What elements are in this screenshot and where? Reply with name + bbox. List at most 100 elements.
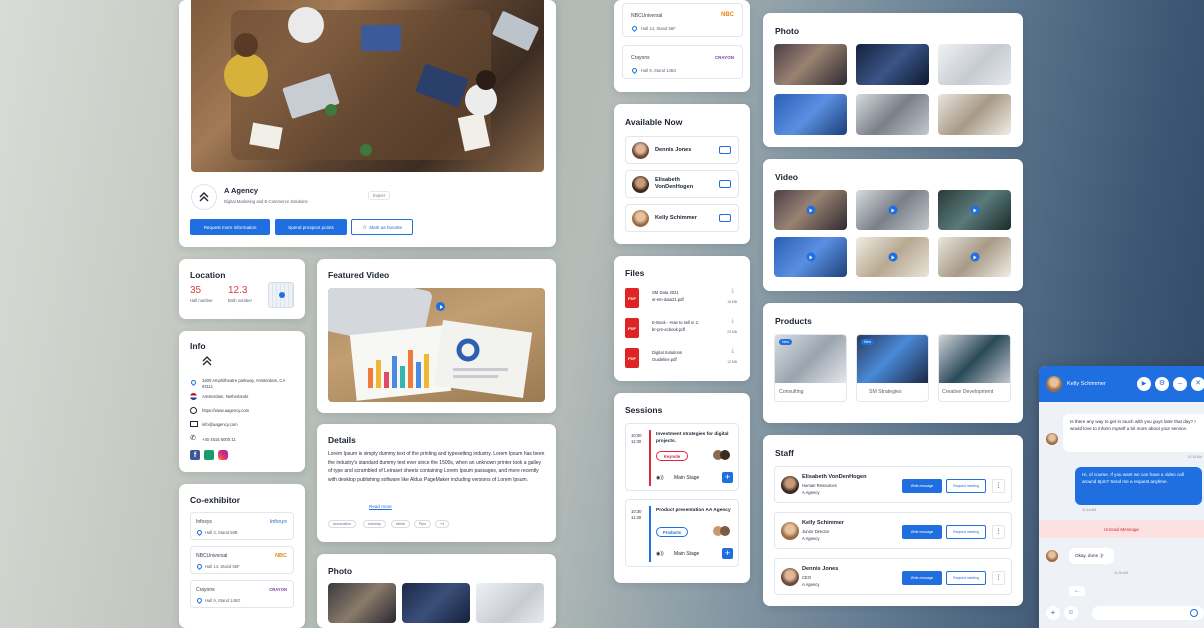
write-message-button[interactable]: Write message bbox=[902, 571, 942, 585]
tag-chip[interactable]: Industry bbox=[363, 520, 386, 528]
instagram-icon[interactable] bbox=[218, 450, 228, 460]
staff-name: Kelly Schimmer bbox=[802, 520, 844, 526]
facebook-icon[interactable]: f bbox=[190, 450, 200, 460]
video-thumbnail[interactable] bbox=[938, 237, 1011, 277]
emoji-icon[interactable]: ☺ bbox=[1064, 606, 1078, 620]
close-icon[interactable]: ✕ bbox=[1191, 377, 1204, 391]
coexhibitor-item[interactable]: NBCUniversal Hall 14, Stand 56F NBC bbox=[622, 3, 743, 37]
coexhibitor-item[interactable]: Crayons Hall 9, Stand 145G CRAYON bbox=[622, 45, 743, 79]
coexhibitor-item[interactable]: Infosys Hall 3, Stand 56B Infosys bbox=[190, 512, 294, 540]
minimize-icon[interactable]: – bbox=[1173, 377, 1187, 391]
photo-thumbnail[interactable] bbox=[774, 44, 847, 85]
write-message-button[interactable]: Write message bbox=[902, 525, 942, 539]
play-icon[interactable] bbox=[888, 252, 897, 262]
product-item[interactable]: New Consulting bbox=[774, 334, 847, 402]
add-session-button[interactable]: + bbox=[722, 472, 733, 483]
booth-number-value: 12.3 bbox=[228, 285, 248, 296]
video-thumbnail[interactable] bbox=[774, 237, 847, 277]
coexhibitor-item[interactable]: NBCUniversal Hall 14, Stand 56F NBC bbox=[190, 546, 294, 574]
photo-thumbnail[interactable] bbox=[774, 94, 847, 135]
download-icon[interactable]: ⤓ bbox=[731, 288, 734, 295]
product-item[interactable]: New SM Strategies bbox=[856, 334, 929, 402]
favorite-button[interactable]: ☆ Mark as favorite bbox=[351, 219, 413, 235]
video-call-icon[interactable] bbox=[719, 180, 731, 188]
more-options-icon[interactable]: ⋮ bbox=[992, 479, 1005, 493]
video-thumbnail[interactable] bbox=[856, 237, 929, 277]
request-meeting-button[interactable]: Request meeting bbox=[946, 571, 986, 585]
featured-video-player[interactable] bbox=[328, 288, 545, 402]
write-message-button[interactable]: Write message bbox=[902, 479, 942, 493]
tag-chip[interactable]: +4 bbox=[435, 520, 450, 528]
keynote-tag: Keynote bbox=[656, 451, 688, 461]
product-item[interactable]: Creative Development bbox=[938, 334, 1011, 402]
photo-thumbnail[interactable] bbox=[938, 94, 1011, 135]
file-row[interactable]: PDF Digital Solutions Guideline.pdf ⤓ 12… bbox=[625, 346, 739, 370]
download-icon[interactable]: ⤓ bbox=[731, 318, 734, 325]
request-meeting-button[interactable]: Request meeting bbox=[946, 525, 986, 539]
photo-thumbnail[interactable] bbox=[856, 94, 929, 135]
chat-input[interactable] bbox=[1092, 606, 1204, 620]
video-thumbnail[interactable] bbox=[856, 190, 929, 230]
xing-icon[interactable] bbox=[204, 450, 214, 460]
photo-thumbnail[interactable] bbox=[476, 583, 544, 623]
play-icon[interactable] bbox=[970, 205, 979, 215]
session-start: 10:30 bbox=[631, 509, 642, 514]
info-phone: +40 4515 6000 11 bbox=[202, 437, 236, 442]
attach-plus-icon[interactable]: + bbox=[1046, 606, 1060, 620]
photo-thumbnail[interactable] bbox=[938, 44, 1011, 85]
more-options-icon[interactable]: ⋮ bbox=[992, 525, 1005, 539]
info-logo-icon bbox=[202, 356, 212, 366]
staff-role: Junior Director bbox=[802, 529, 830, 534]
photo-thumbnail[interactable] bbox=[328, 583, 396, 623]
play-icon[interactable] bbox=[970, 252, 979, 262]
more-options-icon[interactable]: ⋮ bbox=[992, 571, 1005, 585]
video-call-icon[interactable]: ▶ bbox=[1137, 377, 1151, 391]
session-item[interactable]: 10:30 11:30 Product presentation AA Agen… bbox=[625, 499, 739, 567]
info-website[interactable]: https://www.aagency.com bbox=[202, 408, 249, 413]
available-now-card: Available Now Dennis Jones Elisabeth Von… bbox=[614, 104, 750, 244]
request-info-button[interactable]: Request more information bbox=[190, 219, 270, 235]
spend-points-button[interactable]: Spend prospect points bbox=[275, 219, 347, 235]
play-icon[interactable] bbox=[806, 205, 815, 215]
send-icon[interactable] bbox=[1190, 609, 1198, 617]
photo-card-left: Photo bbox=[317, 554, 556, 628]
add-session-button[interactable]: + bbox=[722, 548, 733, 559]
photo-thumbnail[interactable] bbox=[402, 583, 470, 623]
read-more-link[interactable]: Read more bbox=[369, 504, 392, 509]
play-icon[interactable] bbox=[806, 252, 815, 262]
play-icon[interactable] bbox=[436, 302, 445, 311]
available-person-row[interactable]: Kelly Schimmer bbox=[625, 204, 739, 232]
phone-icon: ✆ bbox=[190, 435, 196, 442]
tag-chip[interactable]: Metal bbox=[391, 520, 410, 528]
product-image bbox=[939, 335, 1010, 383]
message-text: Is there any way to get in touch with yo… bbox=[1070, 419, 1196, 431]
available-person-row[interactable]: Dennis Jones bbox=[625, 136, 739, 164]
request-meeting-button[interactable]: Request meeting bbox=[946, 479, 986, 493]
play-icon[interactable] bbox=[888, 205, 897, 215]
video-thumbnail[interactable] bbox=[774, 190, 847, 230]
file-row[interactable]: PDF E-Book - How to sell in 2. br-pm-ecb… bbox=[625, 316, 739, 340]
chat-avatar bbox=[1046, 433, 1058, 445]
pin-icon bbox=[195, 562, 204, 571]
coexhibitor-stand: Hall 14, Stand 56F bbox=[205, 564, 240, 569]
settings-icon[interactable]: ⚙ bbox=[1155, 377, 1169, 391]
session-item[interactable]: 10:00 11:30 Investment strategies for di… bbox=[625, 423, 739, 491]
tag-chip[interactable]: Automation bbox=[328, 520, 357, 528]
info-address: 1600 Amphitheatre parkway, Amsterdam, CA… bbox=[202, 378, 286, 389]
available-person-row[interactable]: Elisabeth VonDenHogen bbox=[625, 170, 739, 198]
file-row[interactable]: PDF SM Data 2021 sr-sm-data21.pdf ⤓ 16 M… bbox=[625, 286, 739, 310]
tag-chip[interactable]: Pipe bbox=[414, 520, 432, 528]
coexhibitor-item[interactable]: Crayons Hall 9, Stand 145G CRAYON bbox=[190, 580, 294, 608]
floor-map-icon[interactable] bbox=[268, 282, 294, 308]
pdf-icon: PDF bbox=[625, 348, 639, 368]
back-arrow-icon[interactable]: ← bbox=[1069, 586, 1085, 596]
chat-widget: Kelly Schimmer ▶ ⚙ – ✕ Is there any way … bbox=[1039, 366, 1204, 628]
file-size: 24 MB bbox=[727, 330, 737, 334]
download-icon[interactable]: ⤓ bbox=[731, 348, 734, 355]
photo-thumbnail[interactable] bbox=[856, 44, 929, 85]
video-call-icon[interactable] bbox=[719, 214, 731, 222]
info-email[interactable]: info@aagency.com bbox=[202, 422, 238, 427]
video-call-icon[interactable] bbox=[719, 146, 731, 154]
video-thumbnail[interactable] bbox=[938, 190, 1011, 230]
session-start: 10:00 bbox=[631, 433, 642, 438]
